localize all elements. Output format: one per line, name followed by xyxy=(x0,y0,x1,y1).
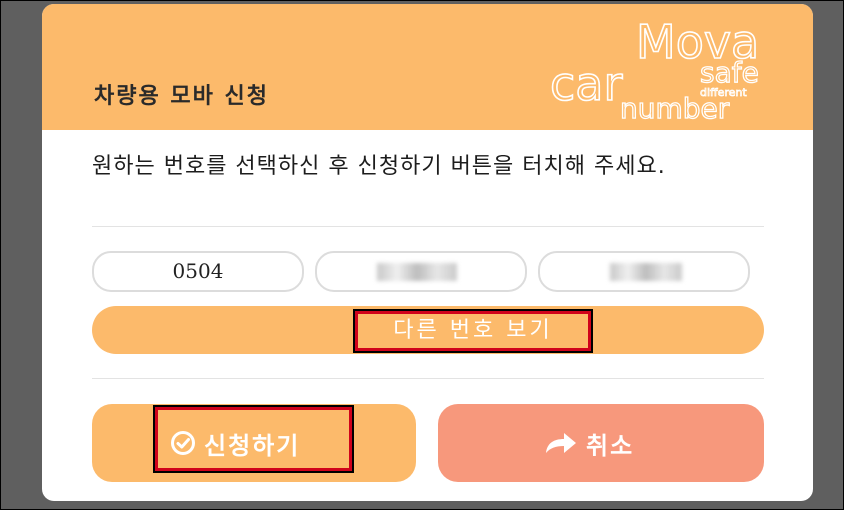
divider xyxy=(92,226,764,227)
cancel-button[interactable]: 취소 xyxy=(438,404,764,482)
cancel-button-content: 취소 xyxy=(544,404,634,482)
cancel-label: 취소 xyxy=(586,431,635,460)
apply-dialog: 차량용 모바 신청 Mova car safe different number… xyxy=(42,4,813,501)
dialog-title: 차량용 모바 신청 xyxy=(94,84,269,109)
logo-car: car xyxy=(550,57,622,111)
logo-number: number xyxy=(620,92,730,122)
number-part-1-value: 0504 xyxy=(172,259,224,283)
masked-value xyxy=(377,263,457,281)
number-part-1[interactable]: 0504 xyxy=(92,251,304,292)
screen-frame: 차량용 모바 신청 Mova car safe different number… xyxy=(0,0,844,510)
number-part-3[interactable] xyxy=(538,251,750,292)
apply-label: 신청하기 xyxy=(204,431,301,460)
other-number-button[interactable]: 다른 번호 보기 xyxy=(92,306,764,354)
dialog-header: 차량용 모바 신청 Mova car safe different number xyxy=(42,4,813,130)
apply-button[interactable]: 신청하기 xyxy=(92,404,416,482)
check-circle-icon xyxy=(171,431,195,455)
masked-value xyxy=(610,263,682,281)
other-number-label: 다른 번호 보기 xyxy=(353,309,593,353)
divider xyxy=(92,378,764,379)
logo-safe: safe xyxy=(700,56,759,89)
apply-button-content: 신청하기 xyxy=(170,404,300,482)
share-arrow-icon xyxy=(546,433,576,453)
number-part-2[interactable] xyxy=(315,251,527,292)
instruction-text: 원하는 번호를 선택하신 후 신청하기 버튼을 터치해 주세요. xyxy=(92,154,666,179)
mova-logo: Mova car safe different number xyxy=(550,14,760,122)
